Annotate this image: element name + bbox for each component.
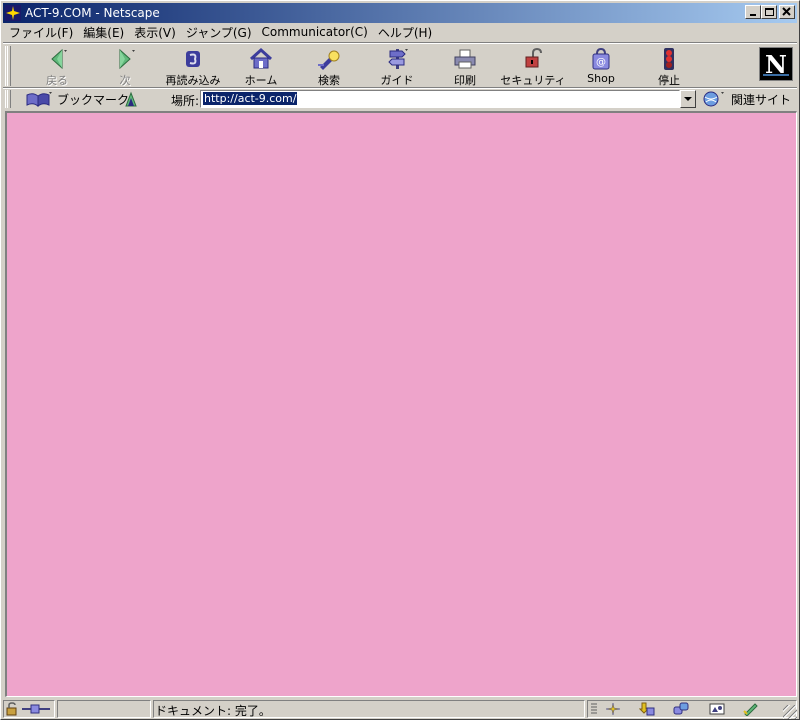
search-button[interactable]: 検索 (297, 47, 361, 87)
progress-panel (57, 700, 151, 718)
status-message: ドキュメント: 完了。 (155, 704, 271, 718)
menu-help[interactable]: ヘルプ(H) (373, 24, 437, 41)
bookmarks-button[interactable]: ブックマーク (25, 90, 129, 108)
location-label: 場所: (171, 94, 200, 108)
menu-separator (3, 42, 797, 44)
guide-label: ガイド (380, 74, 414, 87)
menu-view[interactable]: 表示(V) (129, 24, 181, 41)
menu-communicator[interactable]: Communicator(C) (257, 25, 373, 39)
toolbar-grip[interactable] (5, 46, 11, 86)
forward-button[interactable]: 次 (93, 47, 157, 87)
newsgroups-component-icon[interactable] (673, 702, 689, 716)
search-label: 検索 (318, 74, 340, 87)
stop-traffic-light-icon (656, 47, 682, 71)
netscape-logo[interactable]: N (759, 47, 793, 81)
menu-go[interactable]: ジャンプ(G) (181, 24, 257, 41)
home-label: ホーム (244, 74, 278, 87)
menu-file[interactable]: ファイル(F) (3, 24, 78, 41)
online-plug-icon (22, 704, 50, 714)
inbox-component-icon[interactable] (639, 702, 655, 716)
related-sites-label: 関連サイト (731, 92, 792, 107)
page-content-area[interactable] (5, 111, 797, 697)
related-sites-button[interactable]: 関連サイト (701, 90, 791, 108)
status-bar: ドキュメント: 完了。 (3, 699, 797, 719)
print-label: 印刷 (454, 74, 476, 87)
back-button[interactable]: 戻る (25, 47, 89, 87)
svg-text:@: @ (596, 57, 606, 68)
security-button[interactable]: セキュリティ (500, 47, 566, 87)
related-sites-globe-icon (703, 91, 724, 107)
location-toolbar: ブックマーク 場所: http://act-9.com/ 関連サイト (3, 89, 797, 109)
bookmarks-label: ブックマーク (57, 92, 130, 107)
browser-window: ACT-9.COM - Netscape ファイル(F) 編集(E) 表示(V)… (0, 0, 800, 720)
composer-component-icon[interactable] (743, 702, 759, 716)
bookmarks-book-icon (26, 92, 52, 107)
forward-label: 次 (119, 74, 131, 87)
location-dropdown-button[interactable] (680, 90, 696, 108)
component-bar-grip-icon[interactable] (589, 702, 599, 716)
netscape-app-icon (5, 5, 21, 21)
reload-button[interactable]: 再読み込み (161, 47, 225, 87)
guide-button[interactable]: ガイド (365, 47, 429, 87)
print-button[interactable]: 印刷 (433, 47, 497, 87)
navigation-toolbar: 戻る 次 再読み込み ホーム 検索 ガイド 印刷 セキュリティ @ Shop 停… (15, 45, 755, 87)
security-status-panel (3, 700, 55, 718)
shop-button[interactable]: @ Shop (569, 47, 633, 87)
page-proxy-icon[interactable] (123, 90, 139, 108)
address-book-component-icon[interactable] (709, 702, 725, 716)
menu-bar: ファイル(F) 編集(E) 表示(V) ジャンプ(G) Communicator… (3, 23, 797, 41)
window-resize-grip[interactable] (783, 705, 797, 719)
maximize-button[interactable] (761, 5, 777, 19)
close-button[interactable] (779, 5, 795, 19)
shop-label: Shop (587, 72, 615, 85)
location-url-input[interactable]: http://act-9.com/ (200, 90, 680, 108)
guide-signpost-icon (384, 47, 410, 71)
stop-button[interactable]: 停止 (637, 47, 701, 87)
security-padlock-icon (520, 47, 546, 71)
reload-label: 再読み込み (165, 74, 221, 87)
minimize-button[interactable] (745, 5, 761, 19)
back-arrow-icon (44, 47, 70, 71)
stop-label: 停止 (658, 74, 680, 87)
shopping-bag-icon: @ (588, 47, 614, 71)
search-flashlight-icon (316, 47, 342, 71)
forward-arrow-icon (112, 47, 138, 71)
security-label: セキュリティ (500, 74, 566, 87)
window-title: ACT-9.COM - Netscape (25, 6, 160, 20)
reload-icon (180, 47, 206, 71)
back-label: 戻る (46, 74, 68, 87)
home-icon (248, 47, 274, 71)
printer-icon (452, 47, 478, 71)
location-url-text: http://act-9.com/ (203, 92, 298, 105)
navigator-component-icon[interactable] (605, 702, 621, 716)
status-lock-icon (6, 702, 17, 716)
menu-edit[interactable]: 編集(E) (78, 24, 129, 41)
title-bar[interactable]: ACT-9.COM - Netscape (3, 3, 797, 23)
home-button[interactable]: ホーム (229, 47, 293, 87)
